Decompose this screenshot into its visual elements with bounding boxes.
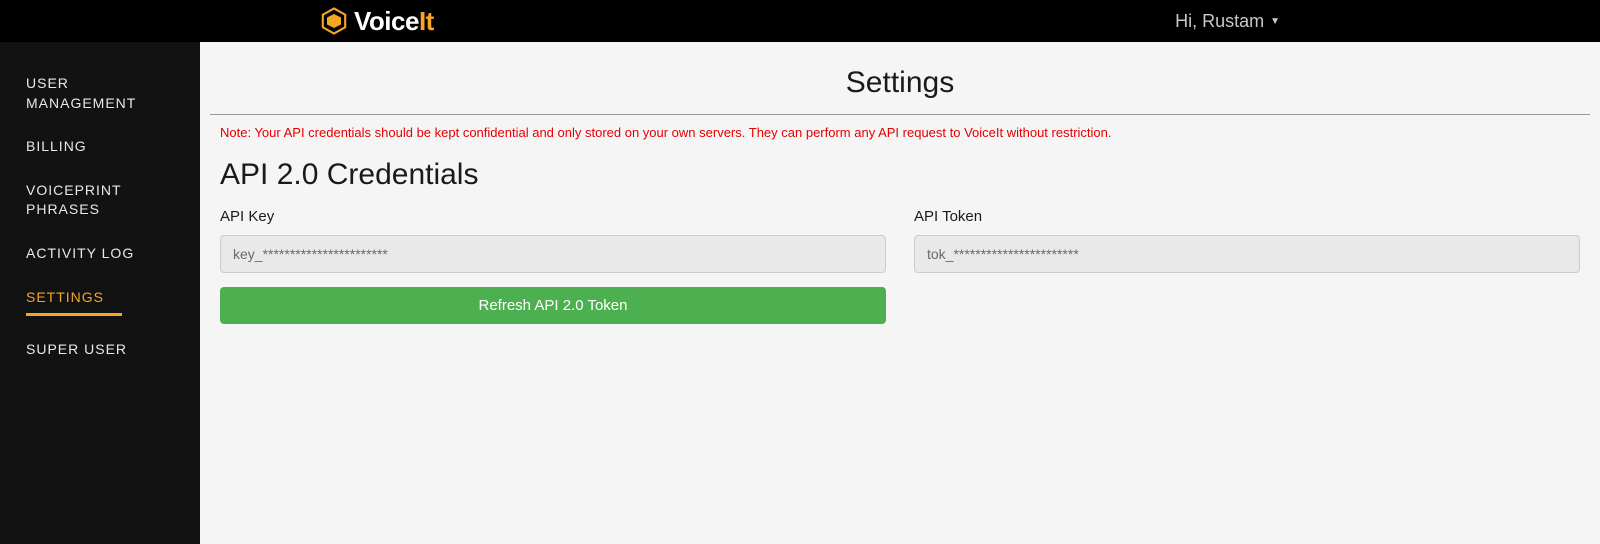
sidebar-item-user-management[interactable]: USER MANAGEMENT <box>0 62 200 125</box>
brand-logo[interactable]: VoiceIt <box>320 6 434 37</box>
sidebar-item-voiceprint-phrases[interactable]: VOICEPRINT PHRASES <box>0 169 200 232</box>
api-token-label: API Token <box>914 208 1580 225</box>
brand-logo-icon <box>320 7 348 35</box>
user-greeting: Hi, Rustam <box>1175 11 1264 32</box>
sidebar-item-label: VOICEPRINT PHRASES <box>26 182 121 218</box>
page-title: Settings <box>210 66 1590 115</box>
main-content: Settings Note: Your API credentials shou… <box>200 42 1600 544</box>
sidebar-item-settings[interactable]: SETTINGS <box>0 276 200 329</box>
sidebar: USER MANAGEMENT BILLING VOICEPRINT PHRAS… <box>0 42 200 544</box>
sidebar-item-billing[interactable]: BILLING <box>0 125 200 169</box>
credentials-warning-note: Note: Your API credentials should be kep… <box>210 115 1590 140</box>
credentials-row: API Key Refresh API 2.0 Token API Token <box>210 208 1590 324</box>
chevron-down-icon: ▼ <box>1270 16 1280 27</box>
api-key-input[interactable] <box>220 235 886 273</box>
sidebar-item-label: ACTIVITY LOG <box>26 245 134 261</box>
refresh-token-button[interactable]: Refresh API 2.0 Token <box>220 287 886 324</box>
topbar: VoiceIt Hi, Rustam ▼ <box>0 0 1600 42</box>
sidebar-item-activity-log[interactable]: ACTIVITY LOG <box>0 232 200 276</box>
sidebar-item-label: BILLING <box>26 138 87 154</box>
sidebar-item-label: SUPER USER <box>26 341 127 357</box>
sidebar-item-label: SETTINGS <box>26 289 104 305</box>
brand-logo-text: VoiceIt <box>354 6 434 37</box>
api-token-input[interactable] <box>914 235 1580 273</box>
sidebar-item-label: USER MANAGEMENT <box>26 75 136 111</box>
api-key-column: API Key Refresh API 2.0 Token <box>220 208 886 324</box>
user-menu[interactable]: Hi, Rustam ▼ <box>1175 11 1280 32</box>
section-title-credentials: API 2.0 Credentials <box>210 140 1590 208</box>
api-token-column: API Token <box>914 208 1580 324</box>
sidebar-item-super-user[interactable]: SUPER USER <box>0 328 200 372</box>
api-key-label: API Key <box>220 208 886 225</box>
